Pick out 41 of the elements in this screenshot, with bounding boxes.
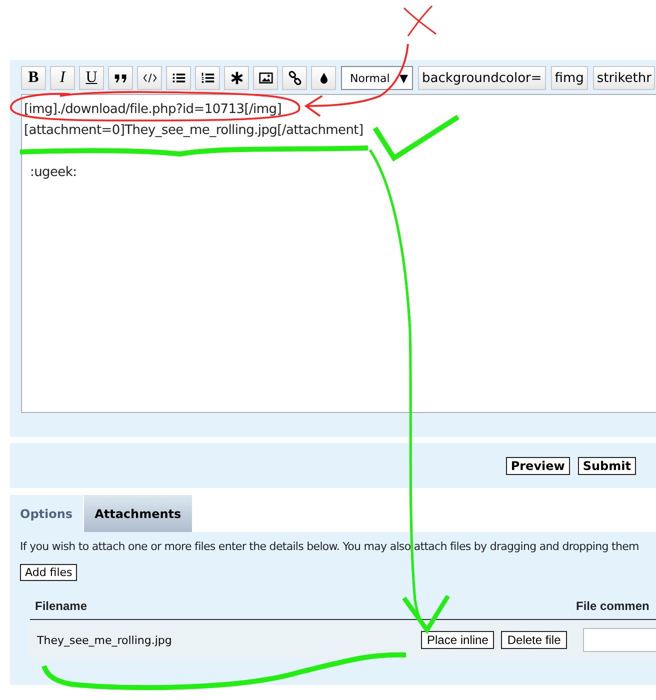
cross-mark — [403, 5, 437, 37]
filename-text: They_see_me_rolling.jpg — [36, 634, 173, 646]
bbcode-button[interactable]: strikethr — [592, 66, 656, 90]
color-button[interactable] — [311, 66, 336, 90]
select-value: Normal — [350, 72, 390, 84]
file-comment-field[interactable] — [582, 628, 656, 652]
message-textarea[interactable]: [img]./download/file.php?id=10713[/img] [attachment=0]They_see_me_rolling.jpg[/attachment] :ugeek: — [21, 94, 656, 413]
bbcode-button[interactable]: fimg — [550, 66, 588, 90]
image-button[interactable] — [253, 66, 278, 90]
file-action-button[interactable]: Delete file — [501, 631, 567, 649]
list-button[interactable] — [166, 66, 191, 90]
form-button[interactable]: Submit — [578, 456, 636, 474]
asterisk-button[interactable] — [224, 66, 249, 90]
link-icon — [288, 71, 302, 85]
asterisk-icon — [230, 71, 244, 85]
quote-button[interactable] — [108, 66, 133, 90]
tab[interactable]: Options — [10, 495, 83, 532]
link-button[interactable] — [282, 66, 307, 90]
add-files-button[interactable]: Add files — [20, 564, 78, 581]
dropdown-arrow: ▼ — [400, 72, 408, 84]
column-header: File commen — [576, 599, 650, 613]
numbered-list-button[interactable] — [195, 66, 220, 90]
bbcode-button[interactable]: backgroundcolor= — [418, 66, 546, 90]
format-button[interactable]: U — [79, 66, 104, 90]
format-button[interactable]: B — [21, 66, 46, 90]
format-button[interactable]: I — [50, 66, 75, 90]
tab[interactable]: Attachments — [84, 495, 192, 532]
image-icon — [258, 71, 272, 85]
editor-text-line: [img]./download/file.php?id=10713[/img] — [24, 101, 282, 118]
form-button[interactable]: Preview — [506, 456, 570, 474]
instructions-text: If you wish to attach one or more files enter the details below. You may also attach files by dragging and dropping them — [20, 540, 640, 553]
code-icon — [142, 71, 156, 85]
font-size-select[interactable]: Normal ▼ — [341, 66, 413, 90]
checkmark-icon — [372, 114, 460, 162]
editor-text-line: [attachment=0]They_see_me_rolling.jpg[/attachment] — [24, 122, 364, 139]
list-icon — [172, 71, 186, 85]
editor-text-line: :ugeek: — [29, 164, 77, 181]
file-action-button[interactable]: Place inline — [421, 631, 494, 649]
numbered-list-icon — [200, 71, 214, 85]
column-header: Filename — [34, 599, 88, 613]
code-button[interactable] — [137, 66, 162, 90]
